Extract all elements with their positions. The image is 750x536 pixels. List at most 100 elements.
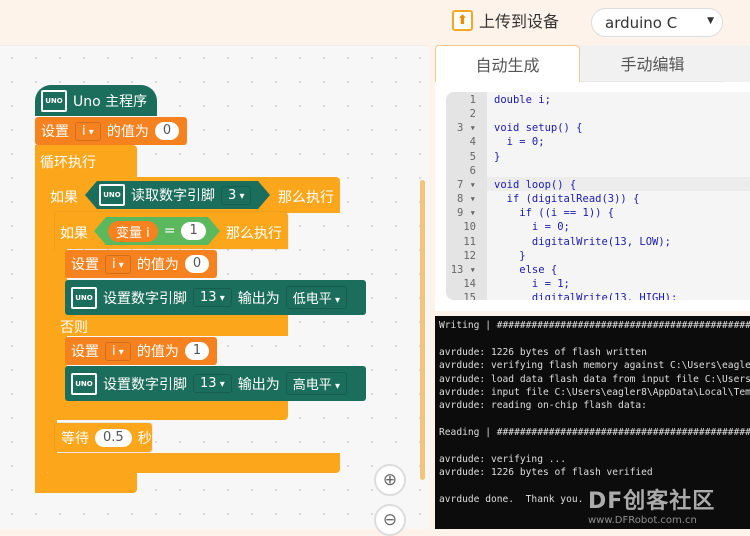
console-line: avrdude: verifying ...	[439, 454, 567, 465]
level-dropdown[interactable]: 低电平	[285, 286, 347, 309]
tab-auto-generate[interactable]: 自动生成	[435, 45, 580, 82]
watermark-title: DF创客社区	[588, 489, 716, 514]
zoom-out-icon[interactable]: ⊖	[374, 504, 406, 536]
seconds-label: 秒	[137, 430, 152, 447]
line-number: 10	[463, 221, 476, 234]
value-input[interactable]: 1	[184, 342, 210, 360]
value-label: 的值为	[106, 124, 149, 140]
code-line: double i;	[494, 94, 551, 106]
line-number: 15	[463, 292, 476, 300]
line-number: 2	[469, 108, 476, 121]
wait-block[interactable]: 等待 0.5 秒	[55, 423, 152, 452]
console-line: Reading | ##############################…	[439, 427, 750, 439]
code-line: digitalWrite(13, LOW);	[494, 235, 672, 248]
uno-board-icon: UNO	[41, 89, 67, 112]
value-label: 的值为	[136, 344, 179, 360]
digital-write-block[interactable]: UNO 设置数字引脚 13 输出为 高电平	[65, 366, 366, 401]
code-line: else {	[494, 263, 558, 276]
compare-block[interactable]: 变量 i = 1	[94, 217, 220, 245]
wait-input[interactable]: 0.5	[95, 428, 132, 447]
output-label: 输出为	[237, 376, 280, 393]
line-number: 11	[463, 235, 476, 248]
line-number: 3 ▾	[457, 122, 476, 135]
write-pin-label: 设置数字引脚	[103, 376, 187, 393]
output-label: 输出为	[237, 290, 280, 307]
board-select[interactable]: arduino C ▼	[591, 8, 723, 37]
variable-dropdown[interactable]: i	[105, 341, 131, 361]
code-line: void setup() {	[494, 122, 583, 135]
pin-dropdown[interactable]: 13	[193, 374, 232, 393]
uno-board-icon: UNO	[99, 184, 125, 206]
set-variable-block[interactable]: 设置 i 的值为 1	[65, 337, 217, 365]
if-label: 如果	[50, 190, 78, 206]
if-label: 如果	[60, 226, 88, 242]
line-number: 13 ▾	[450, 263, 476, 276]
line-number: 4	[469, 136, 476, 149]
code-line: i = 1;	[494, 277, 570, 290]
console-line: avrdude: load data flash data from input…	[439, 373, 750, 385]
line-number: 5	[469, 150, 476, 163]
upload-label: 上传到设备	[479, 12, 560, 31]
workspace-scrollbar[interactable]	[420, 180, 425, 480]
line-gutter: 123 ▾ 4 5 6 7 ▾ 8 ▾ 9 ▾ 10 11 12 13 ▾ 14 15	[446, 92, 487, 300]
console-line: avrdude: reading on-chip flash data:	[439, 400, 647, 412]
board-select-value: arduino C	[605, 14, 678, 32]
else-label: 否则	[60, 320, 88, 336]
line-number: 7 ▾	[457, 178, 476, 191]
compare-value-input[interactable]: 1	[181, 222, 205, 240]
digital-write-block[interactable]: UNO 设置数字引脚 13 输出为 低电平	[65, 280, 366, 315]
code-line: digitalWrite(13, HIGH);	[494, 292, 678, 300]
value-input[interactable]: 0	[154, 122, 180, 140]
write-pin-label: 设置数字引脚	[103, 290, 187, 307]
console-line: avrdude: 1226 bytes of flash verified	[439, 467, 653, 479]
set-label: 设置	[71, 344, 99, 360]
tab-manual-edit[interactable]: 手动编辑	[580, 45, 725, 82]
wait-label: 等待	[61, 430, 89, 447]
code-line: if ((i == 1)) {	[494, 207, 615, 220]
pin-dropdown[interactable]: 13	[193, 288, 232, 307]
line-number: 1	[469, 94, 476, 106]
digital-read-block[interactable]: UNO 读取数字引脚 3	[85, 181, 270, 209]
console-line: avrdude done. Thank you.	[439, 494, 584, 506]
watermark-url: www.DFRobot.com.cn	[588, 515, 697, 526]
set-label: 设置	[41, 124, 69, 140]
variable-dropdown[interactable]: i	[105, 254, 131, 274]
console-line: avrdude: input file C:\Users\eagler8\App…	[439, 387, 750, 398]
variable-i-reporter[interactable]: 变量 i	[108, 221, 158, 242]
chevron-down-icon: ▼	[707, 16, 714, 26]
dfrobot-watermark: DF创客社区 www.DFRobot.com.cn	[588, 483, 715, 526]
set-variable-block[interactable]: 设置 i 的值为 0	[35, 117, 187, 145]
else-row	[55, 314, 288, 336]
uno-main-program-hat[interactable]: UNO Uno 主程序	[35, 85, 157, 116]
zoom-in-icon[interactable]: ⊕	[374, 464, 406, 496]
loop-bottom	[35, 473, 137, 493]
value-input[interactable]: 0	[184, 255, 210, 273]
read-pin-dropdown[interactable]: 3	[221, 186, 251, 205]
loop-label: 循环执行	[40, 155, 96, 171]
then-label: 那么执行	[278, 190, 334, 206]
line-number: 14	[463, 277, 476, 290]
code-editor[interactable]: 123 ▾ 4 5 6 7 ▾ 8 ▾ 9 ▾ 10 11 12 13 ▾ 14 15 double i…	[446, 92, 750, 300]
set-variable-block[interactable]: 设置 i 的值为 0	[65, 250, 217, 278]
console-line: avrdude: 1226 bytes of flash written	[439, 346, 647, 358]
value-label: 的值为	[136, 257, 179, 273]
console-line: avrdude: verifying flash memory against …	[439, 360, 750, 372]
code-line: if (digitalRead(3)) {	[494, 193, 640, 206]
top-bar: ⬆ 上传到设备 arduino C ▼	[0, 0, 750, 45]
variable-dropdown[interactable]: i	[75, 121, 101, 141]
tab-spacer	[725, 45, 750, 82]
read-pin-label: 读取数字引脚	[131, 188, 215, 204]
equals-operator: =	[163, 223, 176, 239]
line-number: 12	[463, 249, 476, 262]
current-line-highlight	[446, 177, 750, 192]
if-else-bottom	[55, 398, 288, 420]
upload-to-device-button[interactable]: ⬆ 上传到设备	[452, 8, 559, 32]
level-dropdown[interactable]: 高电平	[285, 372, 347, 395]
if-bottom	[45, 453, 340, 473]
code-line: i = 0;	[494, 221, 570, 234]
then-label: 那么执行	[226, 226, 282, 242]
uno-board-icon: UNO	[71, 372, 97, 395]
console-line: Writing | ##############################…	[439, 320, 750, 331]
line-number: 6	[469, 164, 476, 177]
code-line: i = 0;	[494, 136, 545, 149]
